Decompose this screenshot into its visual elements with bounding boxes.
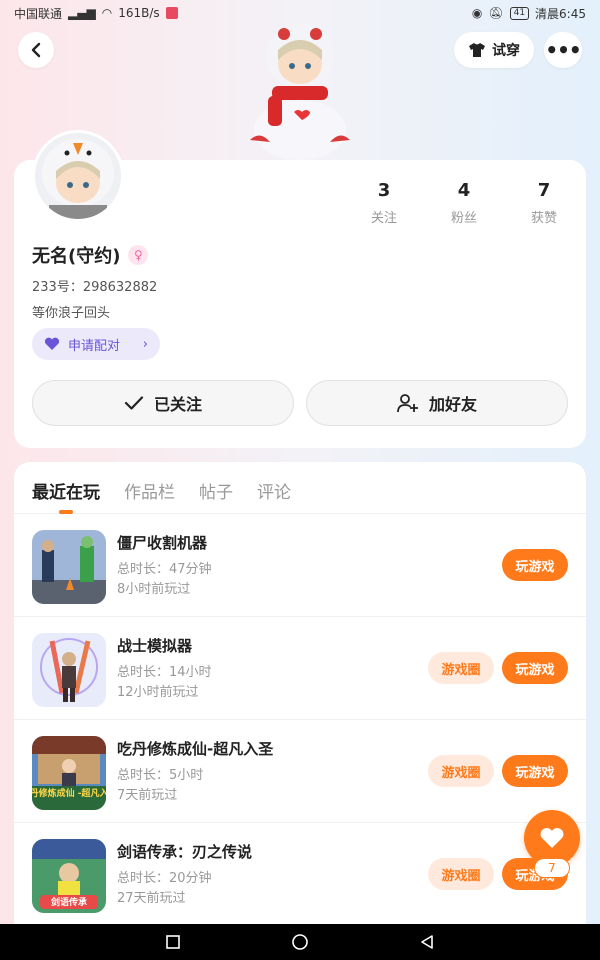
game-icon: 剑语传承 (32, 839, 106, 913)
tab-works[interactable]: 作品栏 (124, 478, 175, 514)
stats-row: 3 关注 4 粉丝 7 获赞 (344, 180, 586, 226)
profile-card: 3 关注 4 粉丝 7 获赞 无名(守约) ♀ 233号：298632882 等… (14, 130, 586, 448)
stat-label: 粉丝 (450, 211, 477, 226)
carrier-text: 中国联通 (14, 6, 63, 21)
stat-value: 7 (537, 180, 551, 201)
stat-label: 获赞 (530, 211, 557, 226)
name-row: 无名(守约) ♀ (32, 242, 149, 268)
eye-icon: ◉ (471, 6, 483, 20)
game-last-played: 12小时前玩过 (117, 685, 199, 700)
game-last-played: 7天前玩过 (117, 788, 178, 803)
game-last-played: 8小时前玩过 (117, 582, 191, 597)
game-icon: 吃丹修炼成仙 -超凡入圣 (32, 736, 106, 810)
add-friend-button[interactable]: 加好友 (306, 380, 568, 426)
chevron-right-icon: › (142, 336, 148, 352)
play-game-button[interactable]: 玩游戏 (502, 755, 568, 787)
user-name: 无名(守约) (32, 246, 121, 267)
request-pair-label: 申请配对 (68, 338, 121, 354)
notification-icon (165, 7, 178, 19)
avatar-character-image (240, 20, 360, 160)
game-duration: 总时长：20分钟 (117, 871, 212, 886)
more-button[interactable]: ••• (544, 32, 582, 68)
stat-value: 4 (457, 180, 471, 201)
favorite-count: 7 (534, 858, 570, 878)
network-speed: 161B/s (118, 6, 160, 20)
more-dots-icon: ••• (545, 38, 581, 62)
followed-label: 已关注 (153, 395, 202, 414)
game-title: 吃丹修炼成仙-超凡入圣 (117, 740, 274, 758)
game-row[interactable]: 战士模拟器 总时长：14小时 12小时前玩过 游戏圈 玩游戏 (14, 617, 586, 720)
home-circle-icon[interactable] (291, 933, 309, 951)
game-icon (32, 530, 106, 604)
game-title: 僵尸收割机器 (117, 534, 208, 552)
try-on-label: 试穿 (492, 43, 520, 59)
game-title: 战士模拟器 (117, 637, 193, 655)
game-icon-text: 吃丹修炼成仙 -超凡入圣 (32, 787, 106, 799)
heart-icon (44, 337, 60, 350)
battery-icon: 41 (509, 6, 530, 20)
stat-likes[interactable]: 7 获赞 (504, 180, 584, 226)
followed-button[interactable]: 已关注 (32, 380, 294, 426)
back-button[interactable] (18, 32, 54, 68)
avatar[interactable] (32, 130, 124, 222)
stat-following[interactable]: 3 关注 (344, 180, 424, 226)
game-row[interactable]: 僵尸收割机器 总时长：47分钟 8小时前玩过 玩游戏 (14, 514, 586, 617)
stat-label: 关注 (370, 211, 397, 226)
game-duration: 总时长：47分钟 (117, 562, 212, 577)
tab-posts[interactable]: 帖子 (199, 478, 233, 514)
game-row[interactable]: 剑语传承 剑语传承：刃之传说 总时长：20分钟 27天前玩过 游戏圈 玩游戏 (14, 823, 586, 926)
chevron-left-icon (31, 42, 41, 58)
tab-comments[interactable]: 评论 (257, 478, 291, 514)
game-circle-button[interactable]: 游戏圈 (428, 858, 494, 890)
play-game-button[interactable]: 玩游戏 (502, 652, 568, 684)
wifi-icon: ◠ (101, 6, 113, 20)
game-circle-button[interactable]: 游戏圈 (428, 652, 494, 684)
shirt-icon (469, 43, 485, 57)
mute-icon: 🔕︎ (488, 6, 504, 20)
add-user-icon (397, 394, 418, 413)
game-duration: 总时长：14小时 (117, 665, 212, 680)
add-friend-label: 加好友 (428, 395, 477, 414)
game-circle-button[interactable]: 游戏圈 (428, 755, 494, 787)
profile-tabs: 最近在玩 作品栏 帖子 评论 (14, 462, 586, 514)
request-pair-button[interactable]: 申请配对 › (32, 328, 160, 360)
game-row[interactable]: 吃丹修炼成仙 -超凡入圣 吃丹修炼成仙-超凡入圣 总时长：5小时 7天前玩过 游… (14, 720, 586, 823)
user-bio: 等你浪子回头 (32, 306, 111, 321)
play-game-button[interactable]: 玩游戏 (502, 549, 568, 581)
game-last-played: 27天前玩过 (117, 891, 186, 906)
stat-followers[interactable]: 4 粉丝 (424, 180, 504, 226)
games-card: 最近在玩 作品栏 帖子 评论 僵尸收割机器 总时长：47分钟 8小时前玩过 玩游… (14, 462, 586, 932)
try-on-button[interactable]: 试穿 (454, 32, 534, 68)
back-triangle-icon[interactable] (419, 934, 435, 950)
game-title: 剑语传承：刃之传说 (117, 843, 253, 861)
heart-icon (540, 828, 564, 848)
system-nav-bar (0, 924, 600, 960)
female-icon: ♀ (128, 245, 149, 265)
stat-value: 3 (377, 180, 391, 201)
user-id: 233号：298632882 (32, 280, 158, 295)
recents-square-icon[interactable] (165, 934, 181, 950)
game-icon (32, 633, 106, 707)
game-duration: 总时长：5小时 (117, 768, 204, 783)
game-icon-text: 剑语传承 (50, 896, 87, 908)
check-icon (124, 396, 144, 410)
clock: 清晨6:45 (535, 6, 586, 21)
signal-icon: ▂▄▆ (68, 6, 96, 20)
tab-recently-played[interactable]: 最近在玩 (32, 478, 100, 514)
